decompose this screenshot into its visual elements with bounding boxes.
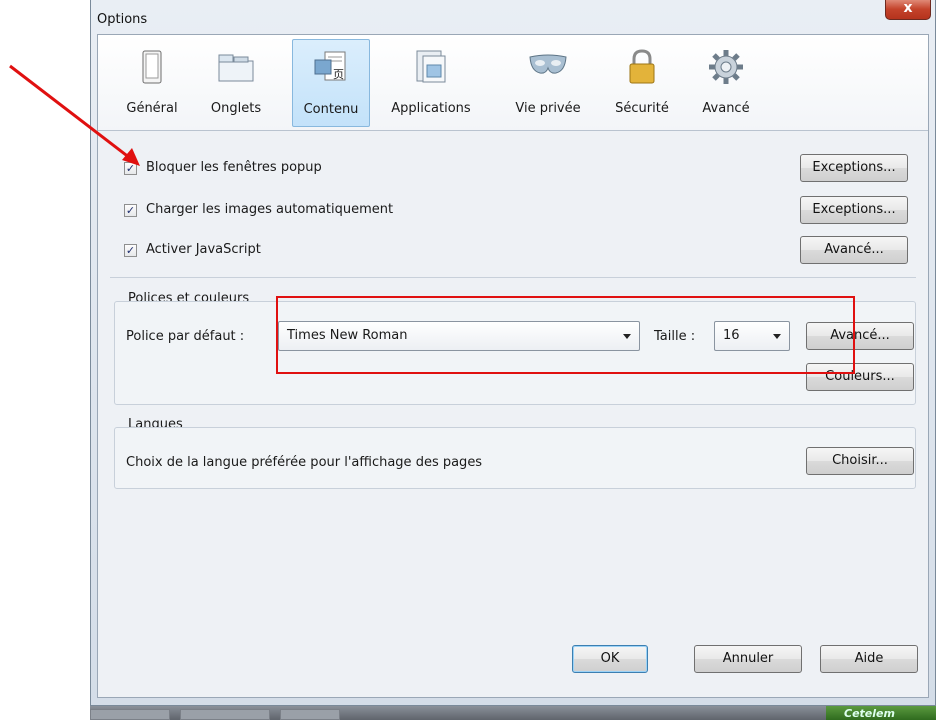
ok-button[interactable]: OK xyxy=(572,645,648,673)
tab-contenu-label: Contenu xyxy=(303,102,359,117)
help-button[interactable]: Aide xyxy=(820,645,918,673)
category-toolbar: Général Onglets 页 Contenu Applications V… xyxy=(98,35,928,131)
fonts-group xyxy=(114,301,916,405)
tab-vie-privee-label: Vie privée xyxy=(515,101,581,116)
images-label: Charger les images automatiquement xyxy=(146,202,394,217)
javascript-checkbox[interactable]: ✓ xyxy=(124,244,137,257)
window-title: Options xyxy=(97,12,148,27)
colors-button[interactable]: Couleurs... xyxy=(806,363,914,391)
gear-icon xyxy=(709,50,743,84)
svg-text:页: 页 xyxy=(333,68,344,81)
dialog-client-area: Général Onglets 页 Contenu Applications V… xyxy=(97,34,929,698)
tabs-icon xyxy=(218,54,254,82)
javascript-row: ✓ Activer JavaScript xyxy=(124,239,624,263)
taskbar-item[interactable] xyxy=(280,709,340,720)
chevron-down-icon xyxy=(623,334,631,339)
default-font-value: Times New Roman xyxy=(287,328,408,343)
tab-vie-privee[interactable]: Vie privée xyxy=(508,39,588,127)
tab-securite-label: Sécurité xyxy=(615,101,669,116)
close-button[interactable]: x xyxy=(885,0,931,20)
images-checkbox[interactable]: ✓ xyxy=(124,204,137,217)
tab-contenu[interactable]: 页 Contenu xyxy=(292,39,370,127)
popup-row: ✓ Bloquer les fenêtres popup xyxy=(124,157,624,181)
font-size-select[interactable]: 16 xyxy=(714,321,790,351)
tab-avance[interactable]: Avancé xyxy=(692,39,760,127)
taskbar: Cetelem xyxy=(90,706,936,720)
tab-general[interactable]: Général xyxy=(120,39,184,127)
size-label: Taille : xyxy=(654,329,696,344)
separator xyxy=(110,277,916,278)
popup-label: Bloquer les fenêtres popup xyxy=(146,160,322,175)
fonts-advanced-button[interactable]: Avancé... xyxy=(806,322,914,350)
general-icon xyxy=(142,50,162,84)
tab-onglets-label: Onglets xyxy=(210,101,262,116)
images-row: ✓ Charger les images automatiquement xyxy=(124,199,624,223)
cancel-button[interactable]: Annuler xyxy=(694,645,802,673)
popup-checkbox[interactable]: ✓ xyxy=(124,162,137,175)
javascript-label: Activer JavaScript xyxy=(146,242,261,257)
language-description: Choix de la langue préférée pour l'affic… xyxy=(126,455,483,470)
title-bar[interactable]: Options x xyxy=(91,0,936,34)
tab-securite[interactable]: Sécurité xyxy=(606,39,678,127)
default-font-label: Police par défaut : xyxy=(126,329,245,344)
images-exceptions-button[interactable]: Exceptions... xyxy=(800,196,908,224)
content-icon: 页 xyxy=(314,51,346,81)
tab-applications[interactable]: Applications xyxy=(378,39,484,127)
lock-icon xyxy=(629,49,655,84)
privacy-mask-icon xyxy=(529,54,567,74)
default-font-select[interactable]: Times New Roman xyxy=(278,321,640,351)
tab-general-label: Général xyxy=(126,101,178,116)
taskbar-cetelem[interactable]: Cetelem xyxy=(826,706,936,720)
tab-applications-label: Applications xyxy=(391,101,471,116)
javascript-advanced-button[interactable]: Avancé... xyxy=(800,236,908,264)
applications-icon xyxy=(416,50,446,83)
taskbar-item[interactable] xyxy=(90,709,170,720)
chevron-down-icon xyxy=(773,334,781,339)
font-size-value: 16 xyxy=(723,328,740,343)
taskbar-item[interactable] xyxy=(180,709,270,720)
tab-avance-label: Avancé xyxy=(702,101,750,116)
popup-exceptions-button[interactable]: Exceptions... xyxy=(800,154,908,182)
choose-language-button[interactable]: Choisir... xyxy=(806,447,914,475)
tab-onglets[interactable]: Onglets xyxy=(200,39,272,127)
options-dialog: Options x Général Onglets 页 Contenu Appl… xyxy=(90,0,936,706)
